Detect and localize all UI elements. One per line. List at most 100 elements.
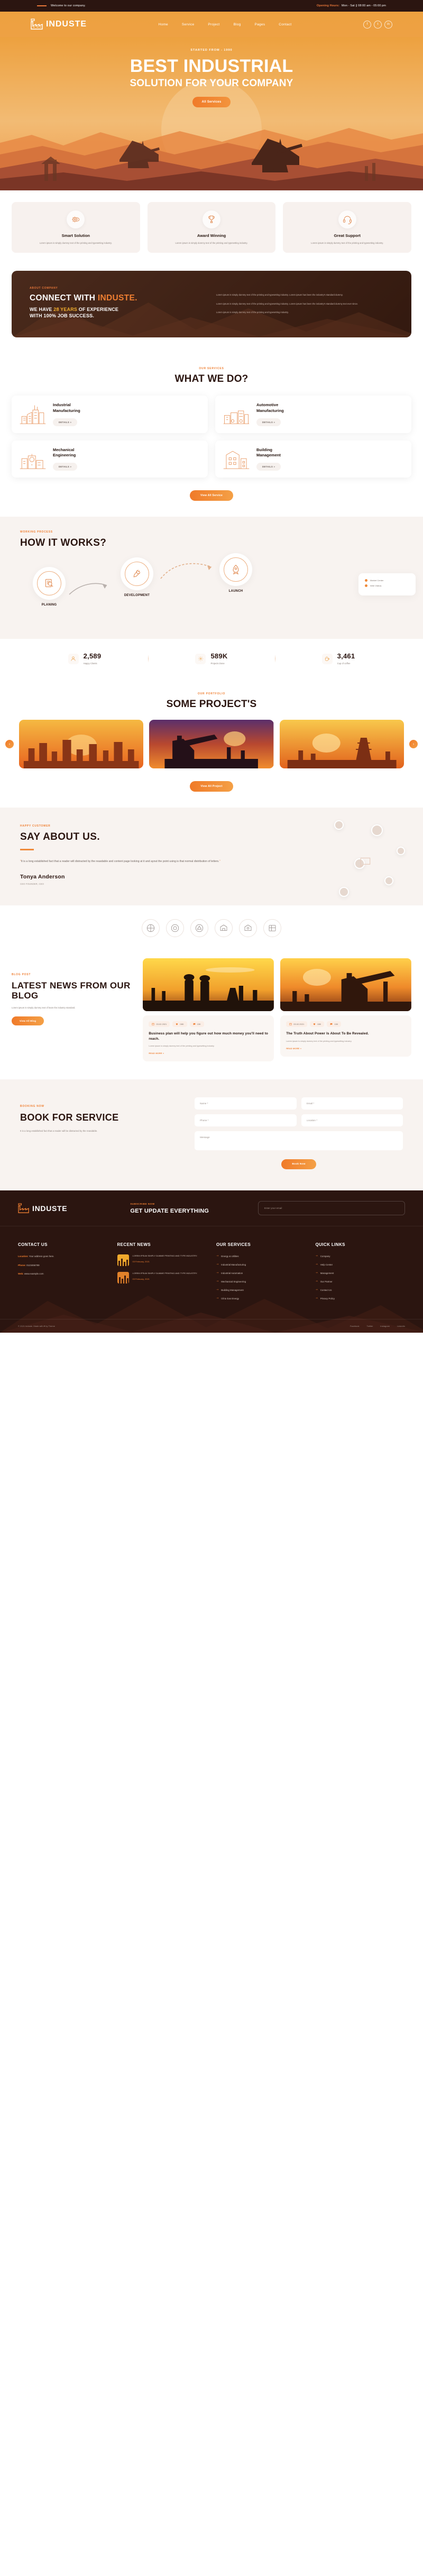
portfolio-header: OUR PORTFOLIO SOME PROJECT'S [0, 679, 423, 710]
service-details-button[interactable]: DETAILS » [256, 463, 281, 471]
client-logo-5[interactable] [239, 919, 257, 937]
workers-sunset-image [143, 958, 274, 1011]
portfolio-kicker: OUR PORTFOLIO [197, 692, 226, 696]
service-name: Mechanical Engineering [53, 447, 76, 458]
service-details-button[interactable]: DETAILS » [53, 418, 78, 426]
footer-quick-link[interactable]: ⇢ Company [316, 1254, 406, 1258]
process-step[interactable]: DEVELOPMENT [121, 557, 153, 597]
footer-logo[interactable]: INDUSTE [18, 1203, 118, 1214]
blog-read-more-link[interactable]: READ MORE » [149, 1052, 268, 1055]
news-thumbnail [117, 1272, 129, 1284]
services-header: OUR SERVICES WHAT WE DO? [0, 353, 423, 385]
footer-link-facebook[interactable]: Facebook [350, 1325, 360, 1327]
blog-meta: 03.02.2021 08K 15K [286, 1021, 406, 1027]
quote-mark-icon-end: " [219, 859, 220, 863]
trophy-icon [203, 210, 220, 228]
process-step[interactable]: LAUNCH [219, 553, 252, 593]
feature-card[interactable]: Great Support Lorem ipsum is simply dumm… [283, 202, 412, 253]
newsletter-title: GET UPDATE EVERYTHING [130, 1207, 209, 1214]
avatar[interactable] [339, 887, 349, 897]
booking-kicker: BOOKING NOW [20, 1105, 44, 1108]
nav-item-project[interactable]: Project [208, 23, 219, 26]
news-title: LOREM IPSUM SIMPLY DUMME PRINTING AND TY… [132, 1272, 198, 1275]
testimonial-role: CEO FOUNDER, CEO [20, 882, 44, 885]
nav-item-pages[interactable]: Pages [255, 23, 265, 26]
refinery-sunset-image [19, 720, 144, 769]
client-logo-2[interactable] [166, 919, 184, 937]
nav-item-blog[interactable]: Blog [233, 23, 241, 26]
footer-quick-link[interactable]: ⇢ Our Partner [316, 1280, 406, 1283]
book-now-button[interactable]: Book Now [281, 1159, 316, 1170]
contact-value[interactable]: www.example.com [24, 1272, 44, 1275]
blog-meta: 03.02.2021 08K 15K [149, 1021, 268, 1027]
arrow-icon: ⇢ [216, 1271, 219, 1275]
blog-read-more-link[interactable]: READ MORE » [286, 1048, 406, 1050]
message-textarea[interactable] [195, 1131, 403, 1151]
footer-quick-link[interactable]: ⇢ Management [316, 1271, 406, 1275]
location-input[interactable] [301, 1114, 403, 1127]
service-details-button[interactable]: DETAILS » [53, 463, 78, 471]
phone-input[interactable] [195, 1114, 297, 1127]
process-step[interactable]: PLANING [33, 567, 66, 607]
view-all-projects-button[interactable]: View All Project [190, 781, 233, 792]
blog-image [280, 958, 412, 1011]
blog-intro: BLOG POST LATEST NEWS FROM OUR BLOG Lore… [12, 958, 135, 1062]
stat-item: 3,461 Cup of coffee [275, 653, 402, 665]
client-logo-4[interactable] [215, 919, 233, 937]
topbar-welcome-group: Welcome to our company. [37, 4, 86, 7]
blog-section: BLOG POST LATEST NEWS FROM OUR BLOG Lore… [0, 952, 423, 1080]
blog-card[interactable]: 03.02.2021 08K 15K Business plan will he… [143, 958, 274, 1062]
footer-service-link[interactable]: ⇢ Oil & Gas Energy [216, 1297, 306, 1300]
recent-news-item[interactable]: LOREM IPSUM SIMPLY DUMME PRINTING AND TY… [117, 1254, 207, 1267]
portfolio-prev-button[interactable]: ‹ [5, 740, 14, 749]
portfolio-slide[interactable] [19, 720, 144, 769]
copyright-text: © 2021 Induste. Made with ♥ by Theme [18, 1325, 55, 1328]
twitter-icon[interactable]: t [374, 20, 382, 29]
nav-item-contact[interactable]: Contact [279, 23, 291, 26]
newsletter-email-input[interactable] [258, 1201, 405, 1216]
service-card[interactable]: Automotive Manufacturing DETAILS » [215, 395, 411, 433]
name-input[interactable] [195, 1097, 297, 1110]
nav-item-service[interactable]: Service [182, 23, 195, 26]
footer-quick-link[interactable]: ⇢ Help Center [316, 1263, 406, 1266]
footer-quick-link[interactable]: ⇢ Privacy Policy [316, 1297, 406, 1300]
portfolio-slide[interactable] [149, 720, 274, 769]
client-logo-1[interactable] [142, 919, 160, 937]
site-logo[interactable]: INDUSTE [31, 19, 87, 30]
service-card[interactable]: Industrial Manufacturing DETAILS » [12, 395, 208, 433]
oil-rig-sunrise-image [279, 720, 404, 769]
view-all-blog-button[interactable]: View All Blog [12, 1016, 44, 1026]
footer-link-twitter[interactable]: Twitter [367, 1325, 373, 1327]
facebook-icon[interactable]: f [363, 20, 371, 29]
footer-service-link[interactable]: ⇢ Energy & Utilities [216, 1254, 306, 1258]
avatar[interactable] [397, 847, 405, 856]
blog-card[interactable]: 03.02.2021 08K 15K The Truth About Power… [280, 958, 412, 1062]
feature-card[interactable]: Smart Solution Lorem ipsum is simply dum… [12, 202, 140, 253]
portfolio-next-button[interactable]: › [409, 740, 418, 749]
footer-service-link[interactable]: ⇢ Industrial Manufacturing [216, 1263, 306, 1266]
footer-link-linkedin[interactable]: Linkedin [397, 1325, 405, 1327]
service-card[interactable]: Mechanical Engineering DETAILS » [12, 440, 208, 478]
footer-columns: CONTACT US Location: Your address goes h… [0, 1226, 423, 1319]
service-details-button[interactable]: DETAILS » [256, 418, 281, 426]
linkedin-icon[interactable]: in [384, 20, 392, 29]
recent-news-item[interactable]: LOREM IPSUM SIMPLY DUMME PRINTING AND TY… [117, 1272, 207, 1284]
newsletter-copy: SUBSCRIBE NOW GET UPDATE EVERYTHING [130, 1203, 246, 1214]
footer-service-link[interactable]: ⇢ Mechanical Engineering [216, 1280, 306, 1283]
footer-link-instagram[interactable]: Instagram [380, 1325, 390, 1327]
feature-card[interactable]: Award Winning Lorem ipsum is simply dumm… [147, 202, 276, 253]
nav-item-home[interactable]: Home [158, 23, 168, 26]
blog-card-title: The Truth About Power Is About To Be Rev… [286, 1031, 369, 1035]
view-all-services-button[interactable]: View All Service [189, 490, 234, 501]
footer-service-link[interactable]: ⇢ Industrial Automation [216, 1271, 306, 1275]
client-logo-6[interactable] [263, 919, 281, 937]
service-card[interactable]: Building Management DETAILS » [215, 440, 411, 478]
portfolio-slide[interactable] [279, 720, 404, 769]
email-input[interactable] [301, 1097, 403, 1110]
footer-service-link[interactable]: ⇢ Building Management [216, 1288, 306, 1291]
avatar[interactable] [334, 820, 344, 830]
hero-cta-button[interactable]: All Services [192, 97, 231, 107]
blog-date: 03.02.2021 [156, 1022, 167, 1025]
footer-quick-link[interactable]: ⇢ Contact Us [316, 1288, 406, 1291]
client-logo-3[interactable] [190, 919, 208, 937]
